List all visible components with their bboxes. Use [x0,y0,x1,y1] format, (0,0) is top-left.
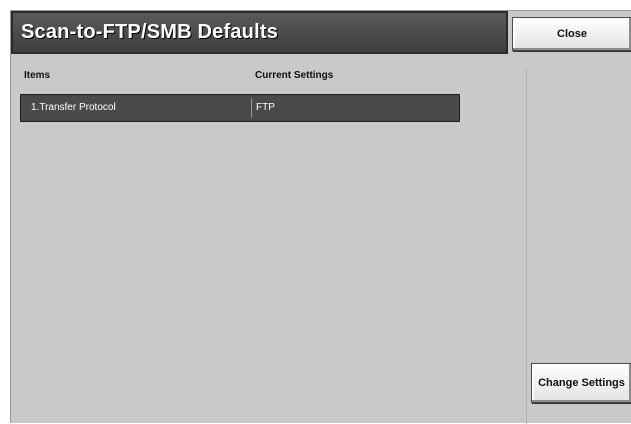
panel-divider [526,68,527,424]
close-button[interactable]: Close [512,17,631,51]
column-header-items: Items [24,70,51,81]
column-header-current-settings: Current Settings [255,70,334,81]
page-title: Scan-to-FTP/SMB Defaults [21,21,279,43]
title-bar: Scan-to-FTP/SMB Defaults [11,11,508,54]
row-current-value: FTP [256,102,275,113]
change-settings-button[interactable]: Change Settings [531,363,631,403]
row-item-label: 1.Transfer Protocol [31,102,116,113]
row-divider [251,98,252,118]
screen-panel: Scan-to-FTP/SMB Defaults Close Items Cur… [10,10,631,424]
table-row-transfer-protocol[interactable]: 1.Transfer Protocol FTP [20,94,460,122]
